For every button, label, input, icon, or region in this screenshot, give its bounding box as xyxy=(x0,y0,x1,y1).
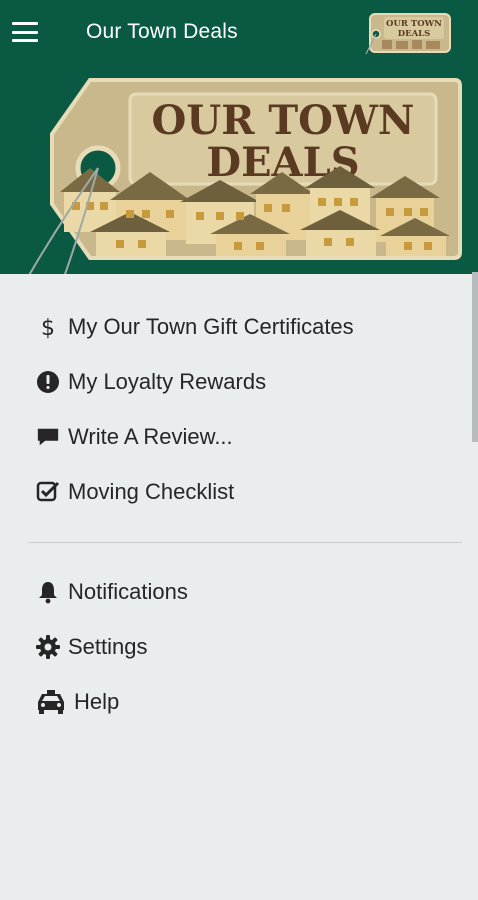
menu-divider xyxy=(28,542,462,543)
menu-item-write-review[interactable]: Write A Review... xyxy=(0,409,478,464)
menu-item-loyalty-rewards[interactable]: My Loyalty Rewards xyxy=(0,354,478,409)
banner-line1: OUR TOWN xyxy=(152,97,415,144)
small-logo-line1: OUR TOWN xyxy=(386,19,442,29)
menu-item-settings[interactable]: Settings xyxy=(0,619,478,674)
app-title: Our Town Deals xyxy=(86,20,238,43)
small-logo-icon[interactable]: OUR TOWN DEALS xyxy=(360,10,452,56)
app-header: Our Town Deals OUR TOWN DEALS OUR TOWN D… xyxy=(0,0,478,274)
checkbox-icon xyxy=(36,480,60,504)
menu-item-gift-certificates[interactable]: $ My Our Town Gift Certificates xyxy=(0,299,478,354)
hamburger-icon xyxy=(12,22,38,42)
menu-item-label: Settings xyxy=(68,633,148,659)
secondary-menu: Notifications Settings Help xyxy=(0,564,478,729)
menu-item-moving-checklist[interactable]: Moving Checklist xyxy=(0,464,478,519)
small-logo-line2: DEALS xyxy=(398,29,431,39)
primary-menu: $ My Our Town Gift Certificates My Loyal… xyxy=(0,299,478,519)
menu-item-label: Notifications xyxy=(68,578,188,604)
svg-text:$: $ xyxy=(41,316,55,339)
dollar-icon: $ xyxy=(36,315,60,339)
comment-icon xyxy=(36,425,60,449)
menu-item-label: Help xyxy=(74,688,120,714)
menu-item-label: My Loyalty Rewards xyxy=(68,368,267,394)
taxi-icon xyxy=(36,689,66,714)
exclamation-circle-icon xyxy=(36,370,60,394)
menu-item-notifications[interactable]: Notifications xyxy=(0,564,478,619)
menu-item-label: Moving Checklist xyxy=(68,478,235,504)
bell-icon xyxy=(36,580,60,604)
menu-item-label: My Our Town Gift Certificates xyxy=(68,313,354,339)
gear-icon xyxy=(36,634,60,659)
hamburger-menu-button[interactable] xyxy=(0,10,50,54)
menu-item-help[interactable]: Help xyxy=(0,674,478,729)
banner-logo: OUR TOWN DEALS xyxy=(28,78,462,274)
menu-item-label: Write A Review... xyxy=(68,423,233,449)
